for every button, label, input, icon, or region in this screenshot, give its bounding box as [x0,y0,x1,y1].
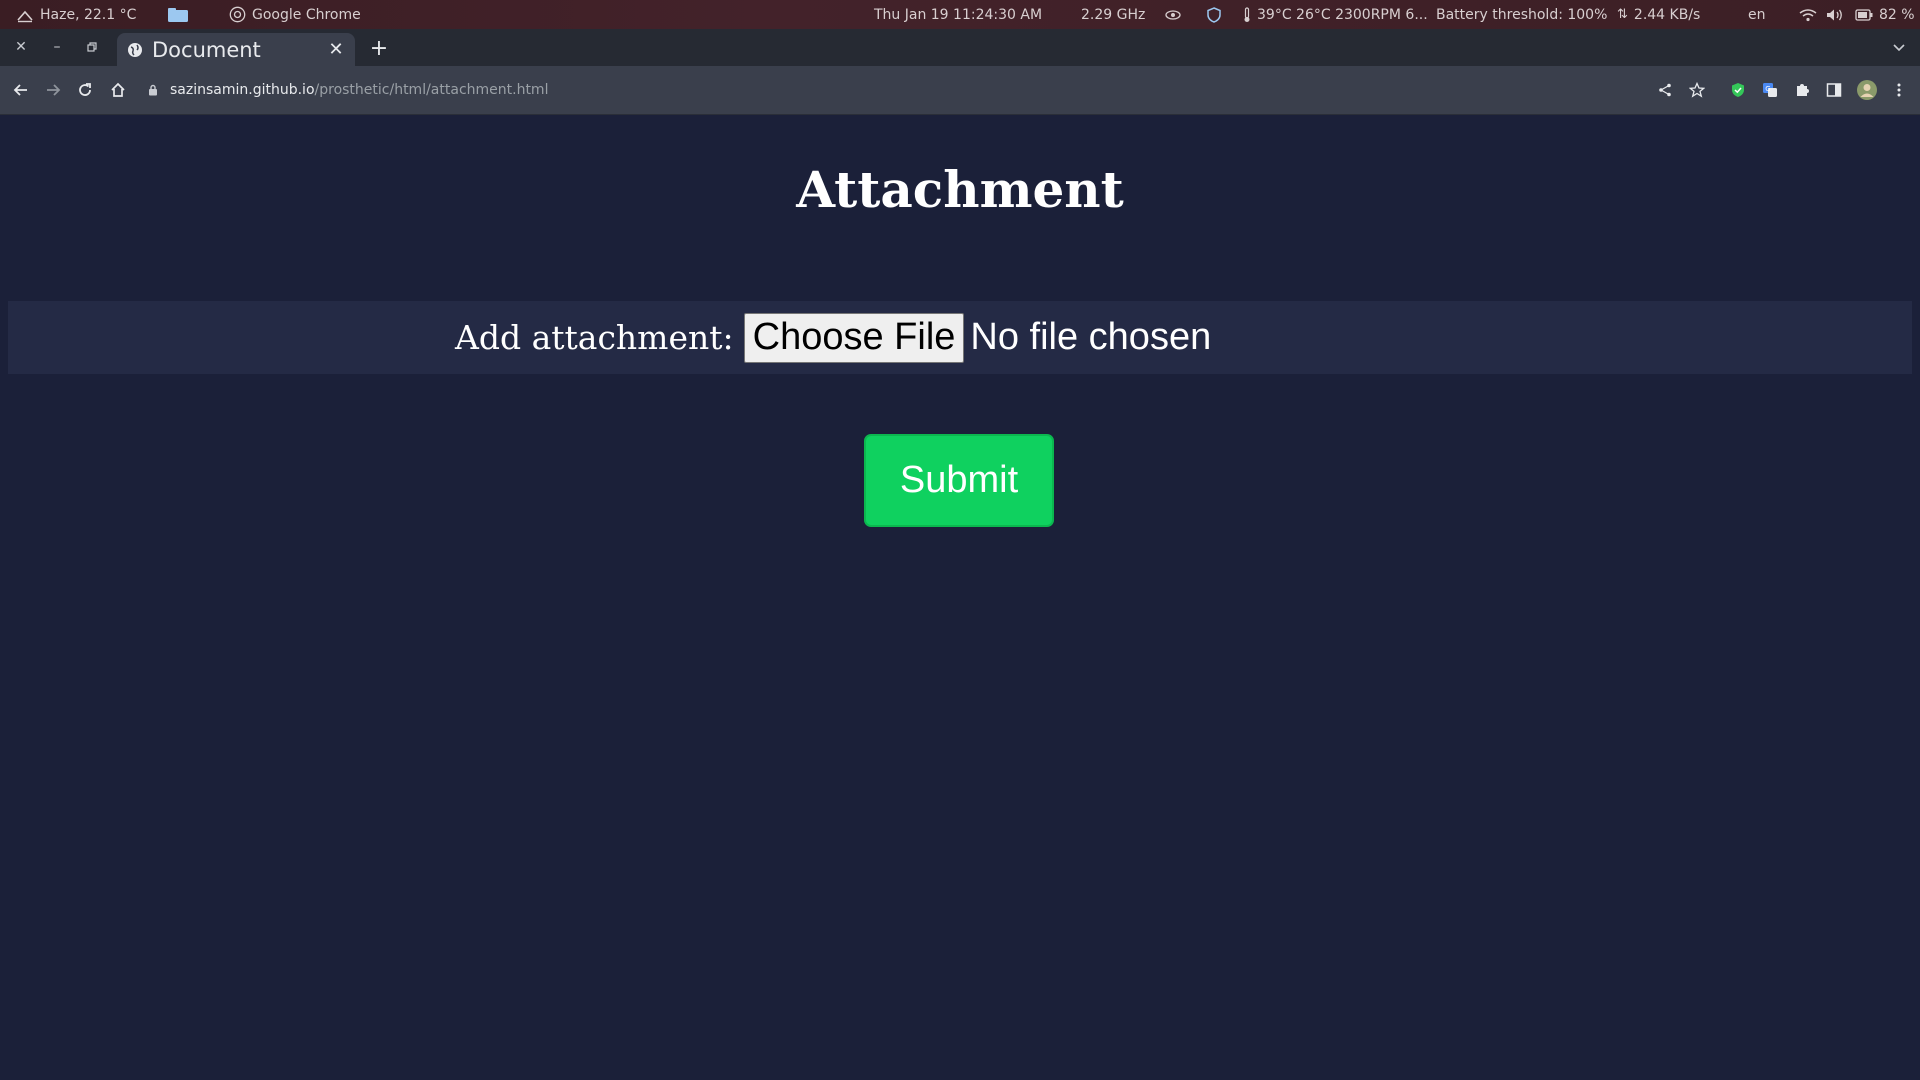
avatar-icon [1857,80,1877,100]
url-host: sazinsamin.github.io [170,82,315,98]
extension-shield-button[interactable] [1726,78,1750,102]
svg-text:G: G [1765,85,1770,93]
updown-arrows-icon: ⇅ [1617,7,1628,22]
cpu-frequency-text: 2.29 GHz [1081,6,1146,23]
tab-title: Document [152,37,261,62]
page-title: Attachment [796,160,1124,219]
lock-icon [149,84,157,96]
address-bar[interactable]: sazinsamin.github.io/prosthetic/html/att… [148,74,548,106]
green-shield-icon [1732,83,1744,97]
speaker-icon [1827,9,1842,20]
battery-icon [1855,8,1873,21]
side-panel-button[interactable] [1822,78,1846,102]
bookmark-button[interactable] [1685,78,1709,102]
chrome-icon [229,6,246,23]
thermometer-icon [1244,6,1250,22]
sensors-text: 39°C 26°C 2300RPM 6... [1257,6,1428,23]
keyboard-layout-indicator[interactable]: en [1748,0,1766,29]
extensions-button[interactable] [1790,78,1814,102]
battery-indicator[interactable]: 82 % [1855,0,1915,29]
home-button[interactable] [106,78,130,102]
shield-indicator[interactable] [1207,0,1221,29]
files-app-button[interactable] [167,0,189,29]
tab-search-button[interactable] [1888,37,1910,59]
more-vertical-icon [1897,83,1901,97]
active-app-name: Google Chrome [252,6,361,23]
translate-icon: G [1763,83,1777,97]
restore-icon [87,42,97,52]
attachment-label: Add attachment: [455,318,734,357]
clock[interactable]: Thu Jan 19 11:24:30 AM [874,0,1042,29]
browser-tab-strip: ✕ – Document ✕ + [0,29,1920,66]
submit-button[interactable]: Submit [864,434,1054,527]
battery-threshold-text: Battery threshold: 100% [1436,6,1608,23]
home-icon [111,82,125,97]
folder-icon [168,7,188,22]
close-icon: ✕ [15,39,27,55]
puzzle-icon [1797,84,1809,96]
network-speed-text: 2.44 KB/s [1633,6,1701,23]
tab-close-icon[interactable]: ✕ [327,39,345,60]
window-minimize-button[interactable]: – [45,35,69,59]
weather-text: Haze, 22.1 °C [40,6,137,23]
plus-icon: + [369,35,389,61]
sensors-indicator[interactable]: 39°C 26°C 2300RPM 6... [1243,0,1428,29]
attachment-field-row: Add attachment: Choose File No file chos… [8,301,1912,374]
star-icon [1689,82,1705,98]
cpu-frequency: 2.29 GHz [1081,0,1145,29]
page-content: Attachment Add attachment: Choose File N… [0,116,1920,1080]
active-app-indicator[interactable]: Google Chrome [229,0,361,29]
profile-button[interactable] [1855,78,1879,102]
share-button[interactable] [1653,78,1677,102]
keyboard-layout-text: en [1748,6,1766,23]
weather-widget[interactable]: Haze, 22.1 °C [16,0,136,29]
attachment-field: Add attachment: Choose File No file chos… [455,301,1211,374]
file-status-text: No file chosen [970,316,1212,358]
forward-button[interactable] [41,78,65,102]
reload-icon [79,83,91,96]
choose-file-button[interactable]: Choose File [743,312,965,363]
network-speed-indicator[interactable]: ⇅ 2.44 KB/s [1617,0,1700,29]
window-close-button[interactable]: ✕ [9,35,33,59]
chrome-menu-button[interactable] [1887,78,1911,102]
window-restore-button[interactable] [80,35,104,59]
wifi-indicator[interactable] [1799,0,1817,29]
eye-indicator[interactable] [1165,0,1181,29]
reload-button[interactable] [73,78,97,102]
url-path: /prosthetic/html/attachment.html [314,82,549,98]
arrow-right-icon [47,84,61,96]
back-button[interactable] [9,78,33,102]
arrow-left-icon [13,84,27,96]
browser-toolbar: sazinsamin.github.io/prosthetic/html/att… [0,66,1920,115]
chevron-down-icon [1893,44,1905,52]
tab-document[interactable]: Document ✕ [117,33,355,66]
translate-extension-button[interactable]: G [1758,78,1782,102]
system-top-bar: Haze, 22.1 °C Google Chrome Thu Jan 19 1… [0,0,1920,29]
share-icon [1659,83,1671,97]
side-panel-icon [1826,83,1842,97]
minimize-icon: – [53,39,61,55]
url-text: sazinsamin.github.io/prosthetic/html/att… [170,82,548,98]
globe-icon [128,42,142,57]
weather-haze-icon [17,10,33,22]
battery-text: 82 % [1879,6,1915,23]
volume-indicator[interactable] [1826,0,1844,29]
battery-threshold-indicator[interactable]: Battery threshold: 100% [1436,0,1607,29]
new-tab-button[interactable]: + [366,35,392,61]
shield-icon [1207,6,1221,23]
datetime-text: Thu Jan 19 11:24:30 AM [874,6,1043,23]
eye-icon [1165,9,1181,20]
wifi-icon [1799,8,1817,21]
